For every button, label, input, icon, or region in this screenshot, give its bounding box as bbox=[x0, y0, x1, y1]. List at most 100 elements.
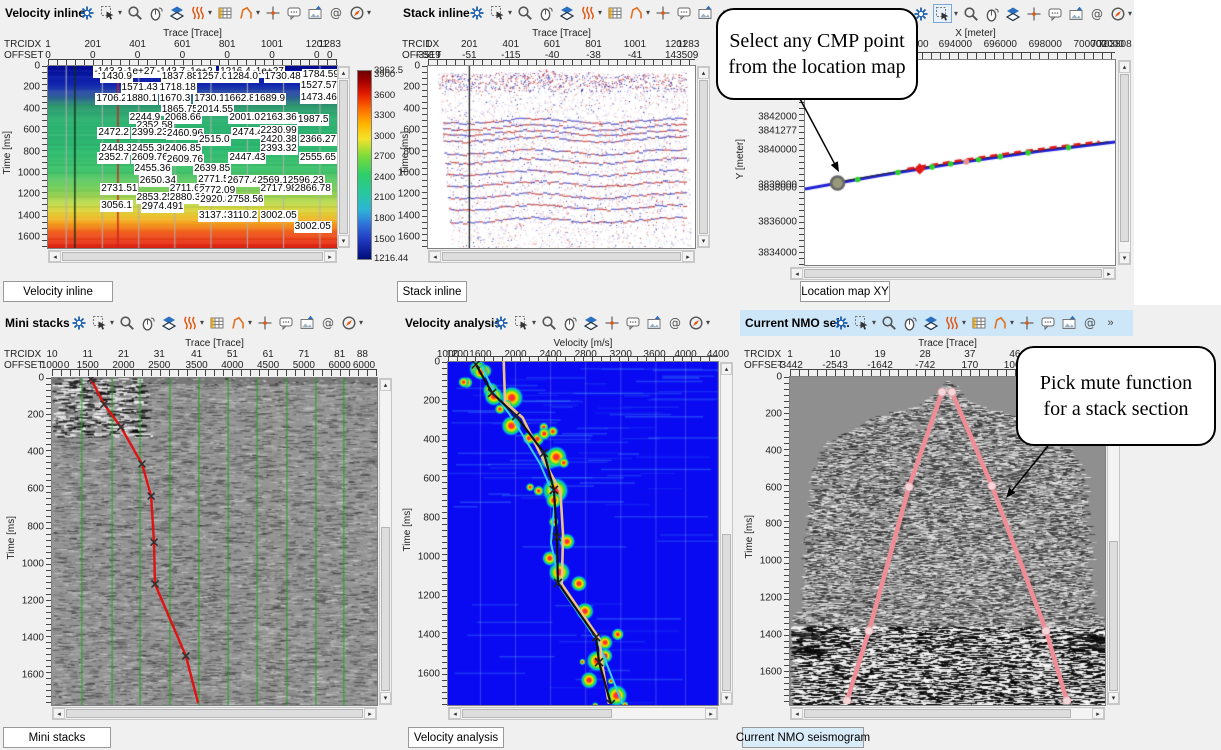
grid-table-icon[interactable] bbox=[216, 4, 233, 21]
select-tool-icon[interactable] bbox=[853, 314, 870, 331]
scroll-right-arrow[interactable]: ▸ bbox=[705, 708, 717, 719]
waves-icon[interactable] bbox=[579, 4, 596, 21]
layers-icon[interactable] bbox=[1004, 5, 1021, 22]
scroll-down-arrow[interactable]: ▾ bbox=[380, 692, 391, 704]
scroll-thumb[interactable] bbox=[339, 80, 348, 234]
scroll-thumb[interactable] bbox=[62, 252, 323, 261]
gear-icon[interactable] bbox=[70, 314, 87, 331]
select-tool-icon[interactable] bbox=[91, 314, 108, 331]
scroll-thumb[interactable] bbox=[804, 709, 1071, 718]
select-tool-icon[interactable] bbox=[933, 4, 952, 23]
dropdown-arrow-icon[interactable]: ▾ bbox=[1010, 318, 1014, 327]
tab-tabs.top.1[interactable]: Stack inline bbox=[397, 281, 467, 302]
mouse-icon[interactable] bbox=[561, 314, 578, 331]
comment-icon[interactable] bbox=[285, 4, 302, 21]
crosshair-icon[interactable] bbox=[256, 314, 273, 331]
scroll-thumb[interactable] bbox=[722, 534, 731, 692]
dropdown-arrow-icon[interactable]: ▾ bbox=[532, 318, 536, 327]
h-scrollbar[interactable]: ◂▸ bbox=[790, 267, 1116, 280]
zoom-tool-icon[interactable] bbox=[540, 314, 557, 331]
image-export-icon[interactable] bbox=[696, 4, 713, 21]
polygon-icon[interactable] bbox=[229, 314, 246, 331]
scroll-down-arrow[interactable]: ▾ bbox=[698, 235, 709, 247]
scroll-left-arrow[interactable]: ◂ bbox=[791, 268, 803, 279]
capture-icon[interactable]: @ bbox=[1081, 314, 1098, 331]
image-export-icon[interactable] bbox=[1060, 314, 1077, 331]
scroll-down-arrow[interactable]: ▾ bbox=[721, 692, 732, 704]
comment-icon[interactable] bbox=[624, 314, 641, 331]
grid-table-icon[interactable] bbox=[208, 314, 225, 331]
scroll-left-arrow[interactable]: ◂ bbox=[429, 251, 441, 262]
select-tool-icon[interactable] bbox=[513, 314, 530, 331]
layers-icon[interactable] bbox=[558, 4, 575, 21]
comment-icon[interactable] bbox=[277, 314, 294, 331]
scroll-thumb[interactable] bbox=[1120, 74, 1129, 242]
polygon-icon[interactable] bbox=[237, 4, 254, 21]
scroll-left-arrow[interactable]: ◂ bbox=[449, 708, 461, 719]
dropdown-arrow-icon[interactable]: ▾ bbox=[367, 8, 371, 17]
v-scrollbar[interactable]: ▴▾ bbox=[379, 378, 392, 705]
v-scrollbar[interactable]: ▴▾ bbox=[720, 362, 733, 705]
dropdown-arrow-icon[interactable]: ▾ bbox=[954, 9, 958, 18]
comment-icon[interactable] bbox=[1046, 5, 1063, 22]
dropdown-arrow-icon[interactable]: ▾ bbox=[200, 318, 204, 327]
compass-icon[interactable] bbox=[1109, 5, 1126, 22]
h-scrollbar[interactable]: ◂▸ bbox=[52, 707, 377, 720]
capture-icon[interactable]: @ bbox=[666, 314, 683, 331]
dropdown-arrow-icon[interactable]: ▾ bbox=[256, 8, 260, 17]
velocity-picks-overlay[interactable] bbox=[447, 361, 717, 704]
mouse-icon[interactable] bbox=[147, 4, 164, 21]
scroll-thumb[interactable] bbox=[381, 527, 390, 691]
dropdown-arrow-icon[interactable]: ▾ bbox=[872, 318, 876, 327]
h-scrollbar[interactable]: ◂▸ bbox=[448, 707, 718, 720]
polygon-icon[interactable] bbox=[627, 4, 644, 21]
image-export-icon[interactable] bbox=[306, 4, 323, 21]
zoom-tool-icon[interactable] bbox=[126, 4, 143, 21]
tab-tabs.bottom.1[interactable]: Velocity analysis bbox=[408, 727, 504, 748]
crosshair-icon[interactable] bbox=[264, 4, 281, 21]
crosshair-icon[interactable] bbox=[1025, 5, 1042, 22]
velocity-pick-line[interactable] bbox=[51, 377, 376, 704]
scroll-left-arrow[interactable]: ◂ bbox=[53, 708, 65, 719]
layers-icon[interactable] bbox=[922, 314, 939, 331]
scroll-right-arrow[interactable]: ▸ bbox=[682, 251, 694, 262]
layers-icon[interactable] bbox=[168, 4, 185, 21]
dropdown-arrow-icon[interactable]: ▾ bbox=[208, 8, 212, 17]
scroll-left-arrow[interactable]: ◂ bbox=[791, 708, 803, 719]
gear-icon[interactable] bbox=[832, 314, 849, 331]
h-scrollbar[interactable]: ◂▸ bbox=[790, 707, 1105, 720]
more-tools-icon[interactable]: » bbox=[1102, 314, 1119, 331]
dropdown-arrow-icon[interactable]: ▾ bbox=[248, 318, 252, 327]
scroll-thumb[interactable] bbox=[1109, 541, 1118, 691]
zoom-tool-icon[interactable] bbox=[118, 314, 135, 331]
v-scrollbar[interactable]: ▴▾ bbox=[337, 66, 350, 248]
scroll-thumb[interactable] bbox=[804, 269, 1102, 278]
scroll-right-arrow[interactable]: ▸ bbox=[1103, 268, 1115, 279]
polygon-icon[interactable] bbox=[991, 314, 1008, 331]
dropdown-arrow-icon[interactable]: ▾ bbox=[1128, 9, 1132, 18]
zoom-tool-icon[interactable] bbox=[962, 5, 979, 22]
scroll-thumb[interactable] bbox=[699, 80, 708, 234]
scroll-thumb[interactable] bbox=[442, 252, 681, 261]
waves-icon[interactable] bbox=[181, 314, 198, 331]
dropdown-arrow-icon[interactable]: ▾ bbox=[706, 318, 710, 327]
comment-icon[interactable] bbox=[1039, 314, 1056, 331]
scroll-up-arrow[interactable]: ▴ bbox=[1119, 61, 1130, 73]
scroll-right-arrow[interactable]: ▸ bbox=[1092, 708, 1104, 719]
scroll-right-arrow[interactable]: ▸ bbox=[324, 251, 336, 262]
scroll-right-arrow[interactable]: ▸ bbox=[364, 708, 376, 719]
scroll-down-arrow[interactable]: ▾ bbox=[338, 235, 349, 247]
scroll-up-arrow[interactable]: ▴ bbox=[380, 379, 391, 391]
scroll-up-arrow[interactable]: ▴ bbox=[721, 363, 732, 375]
compass-icon[interactable] bbox=[348, 4, 365, 21]
crosshair-icon[interactable] bbox=[1018, 314, 1035, 331]
tab-current-nmo-seismogram[interactable]: Current NMO seismogram bbox=[742, 727, 864, 748]
scroll-thumb[interactable] bbox=[462, 709, 612, 718]
scroll-up-arrow[interactable]: ▴ bbox=[698, 67, 709, 79]
scroll-up-arrow[interactable]: ▴ bbox=[338, 67, 349, 79]
dropdown-arrow-icon[interactable]: ▾ bbox=[359, 318, 363, 327]
compass-icon[interactable] bbox=[340, 314, 357, 331]
image-export-icon[interactable] bbox=[298, 314, 315, 331]
mouse-icon[interactable] bbox=[983, 5, 1000, 22]
tab-tabs.top.2[interactable]: Location map XY bbox=[800, 281, 890, 302]
